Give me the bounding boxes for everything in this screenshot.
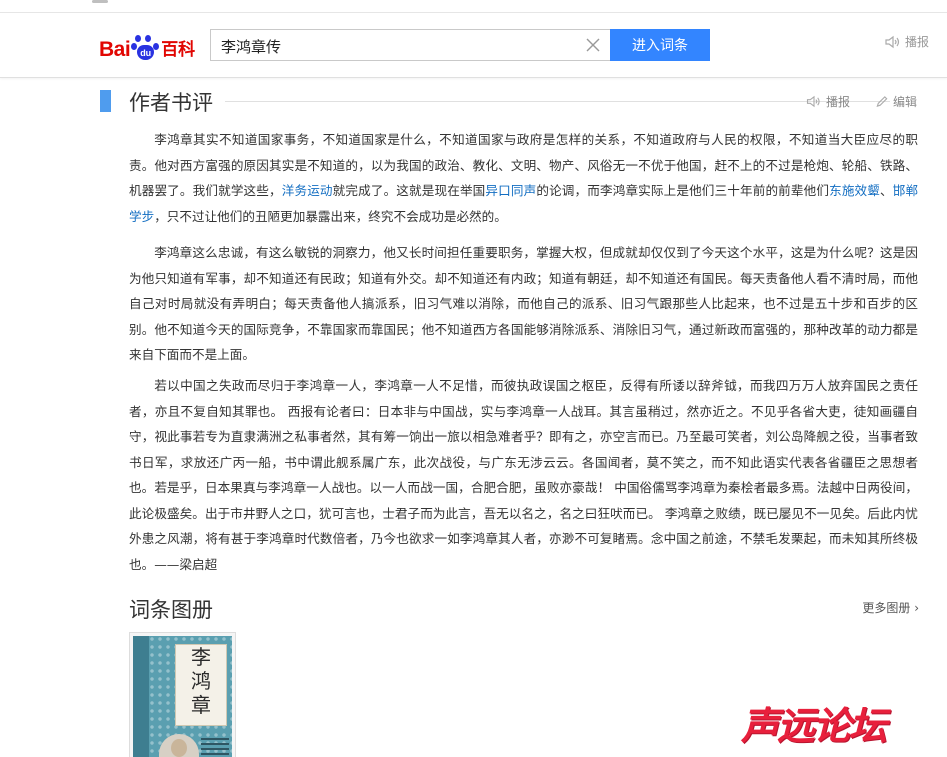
logo-baike-text: 百科 [161, 40, 196, 60]
baidu-baike-logo[interactable]: Bai du 百科 [99, 35, 195, 61]
album-title: 词条图册 [129, 598, 213, 622]
section-title: 作者书评 [129, 91, 213, 115]
speaker-icon [885, 35, 900, 48]
cover-text-lines [201, 738, 229, 757]
site-header: Bai du 百科 进入词条 播报 [0, 13, 947, 78]
section-header-author-review: 作者书评 播报 编辑 [100, 88, 920, 115]
paw-icon: du [131, 35, 160, 61]
chevron-right-icon: › [910, 601, 919, 615]
search-input[interactable] [219, 34, 573, 58]
speaker-icon [806, 95, 820, 108]
paragraph-text: 的论调，而李鸿章实际上是他们三十年前的前辈他们 [536, 183, 830, 198]
link-dongshi-xiaopin[interactable]: 东施效颦 [829, 183, 880, 198]
clear-icon[interactable] [584, 36, 602, 54]
header-play-button[interactable]: 播报 [885, 33, 929, 50]
section-divider [225, 101, 890, 102]
pencil-icon [876, 96, 888, 108]
cover-char: 章 [191, 693, 211, 717]
logo-du-text: du [137, 45, 155, 60]
review-paragraph-2: 李鸿章这么忠诚，有这么敏锐的洞察力，他又长时间担任重要职务，掌握大权，但成就却仅… [129, 245, 918, 362]
link-yikou-tongsheng[interactable]: 异口同声 [485, 183, 536, 198]
forum-watermark: 声远论坛 [741, 704, 887, 748]
book-cover-title: 李 鸿 章 [175, 644, 227, 726]
review-paragraph-1: 李鸿章其实不知道国家事务，不知道国家是什么，不知道国家与政府是怎样的关系，不知道… [129, 127, 918, 229]
paragraph-text: 、 [880, 183, 893, 198]
section-edit-label: 编辑 [893, 95, 918, 109]
section-play-button[interactable]: 播报 [806, 93, 850, 110]
album-header: 词条图册 更多图册 › [129, 594, 919, 622]
review-paragraph-3: 若以中国之失政而尽归于李鸿章一人，李鸿章一人不足惜，而彼执政误国之枢臣，反得有所… [129, 378, 918, 572]
paragraph-text: ，只不过让他们的丑陋更加暴露出来，终究不会成功是必然的。 [154, 208, 507, 224]
cover-char: 鸿 [191, 669, 211, 693]
section-play-label: 播报 [826, 95, 851, 109]
enter-entry-button[interactable]: 进入词条 [610, 29, 710, 61]
browser-top-strip [0, 0, 947, 13]
more-albums-link[interactable]: 更多图册 › [862, 599, 919, 616]
header-play-label: 播报 [905, 35, 930, 49]
album-card[interactable]: 李 鸿 章 [129, 632, 236, 757]
logo-bai-text: Bai [99, 38, 131, 61]
search-box [210, 29, 610, 61]
more-albums-label: 更多图册 [862, 601, 911, 615]
paragraph-text: 就完成了。这就是现在举国 [332, 183, 486, 198]
cover-char: 李 [191, 645, 211, 669]
link-yangwu-movement[interactable]: 洋务运动 [282, 183, 333, 198]
section-edit-button[interactable]: 编辑 [875, 93, 917, 110]
section-accent-bar [100, 90, 111, 112]
tab-indicator [92, 0, 108, 3]
book-cover-image: 李 鸿 章 [133, 636, 232, 757]
